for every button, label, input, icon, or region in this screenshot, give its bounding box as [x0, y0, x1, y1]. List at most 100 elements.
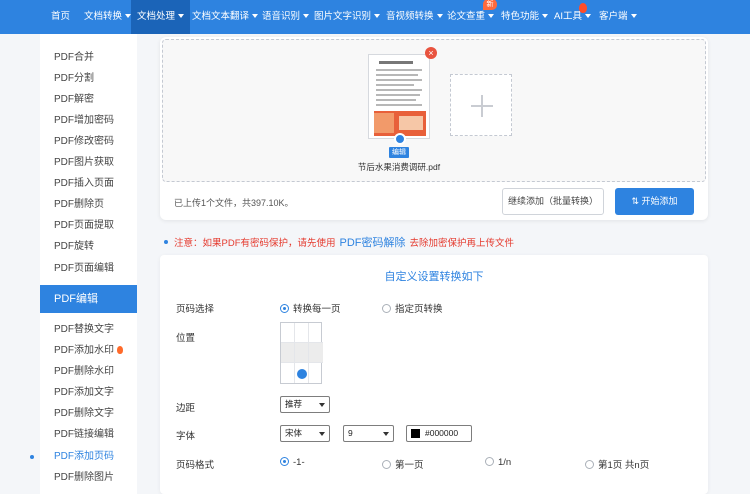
nav-label: 图片文字识别 — [314, 11, 372, 22]
radio-icon — [485, 457, 494, 466]
position-cell[interactable] — [295, 323, 309, 343]
font-family-select[interactable]: 宋体 — [280, 425, 330, 442]
chevron-down-icon — [374, 14, 381, 19]
position-label: 位置 — [176, 333, 196, 344]
nav-ocr[interactable]: 图片文字识别 — [314, 0, 381, 34]
sidebar-item[interactable]: PDF删除文字 — [40, 403, 137, 424]
radio-label: -1- — [293, 457, 305, 468]
radio-specified-pages[interactable]: 指定页转换 — [382, 301, 443, 315]
thumb-image — [374, 113, 394, 133]
nav-home[interactable]: 首页 — [51, 0, 70, 34]
nav-label: 首页 — [51, 11, 71, 22]
radio-format-page-of[interactable]: 第1页 共n页 — [585, 457, 649, 471]
sidebar-item[interactable]: PDF解密 — [40, 89, 137, 110]
sidebar-item[interactable]: PDF删除页 — [40, 194, 137, 215]
sidebar-item[interactable]: PDF替换文字 — [40, 319, 137, 340]
file-thumbnail[interactable] — [368, 54, 430, 145]
sidebar-item[interactable]: PDF删除图片 — [40, 467, 137, 488]
thumb-line — [376, 89, 422, 91]
nav-features[interactable]: 特色功能 — [501, 0, 549, 34]
sidebar-item[interactable]: PDF增加密码 — [40, 110, 137, 131]
plus-icon — [481, 95, 483, 117]
thumb-title-line — [379, 61, 413, 64]
thumb-line — [376, 104, 422, 106]
sidebar-item[interactable]: PDF删除水印 — [40, 361, 137, 382]
nav-doc-translate[interactable]: 文档文本翻译 — [192, 0, 259, 34]
sidebar-item[interactable]: PDF修改密码 — [40, 131, 137, 152]
thumb-badge-icon — [394, 133, 406, 145]
position-cell[interactable] — [309, 343, 323, 363]
select-value: 宋体 — [285, 428, 303, 438]
font-size-select[interactable]: 9 — [343, 425, 394, 442]
add-file-button[interactable] — [450, 74, 512, 136]
pdf-unlock-link[interactable]: PDF密码解除 — [340, 237, 406, 249]
font-color-field[interactable]: #000000 — [406, 425, 472, 442]
nav-av-convert[interactable]: 音视频转换 — [386, 0, 443, 34]
sidebar-item[interactable]: PDF旋转 — [40, 236, 137, 257]
sidebar-item[interactable]: PDF添加文字 — [40, 382, 137, 403]
sidebar-item[interactable]: PDF分割 — [40, 68, 137, 89]
radio-format-dash[interactable]: -1- — [280, 457, 305, 468]
nav-label: 文档转换 — [84, 11, 123, 22]
position-cell[interactable] — [309, 363, 323, 383]
nav-label: 文档文本翻译 — [192, 11, 250, 22]
chevron-down-icon — [303, 14, 310, 19]
radio-format-chinese[interactable]: 第一页 — [382, 457, 424, 471]
nav-label: 音视频转换 — [386, 11, 434, 22]
position-cell[interactable] — [281, 323, 295, 343]
sidebar-item[interactable]: PDF链接编辑 — [40, 424, 137, 445]
nav-label: 论文查重 — [447, 11, 486, 22]
radio-label: 第1页 共n页 — [598, 460, 650, 471]
chevron-down-icon — [319, 403, 325, 407]
thumb-line — [376, 74, 418, 76]
continue-add-button[interactable]: 继续添加（批量转换） — [502, 188, 604, 215]
chevron-down-icon — [488, 14, 495, 19]
sidebar-item[interactable]: PDF页面提取 — [40, 215, 137, 236]
settings-title: 自定义设置转换如下 — [384, 271, 484, 283]
thumb-line — [376, 69, 422, 71]
chevron-down-icon — [436, 14, 443, 19]
sidebar-item[interactable]: PDF合并 — [40, 47, 137, 68]
nav-speech[interactable]: 语音识别 — [262, 0, 310, 34]
sidebar-item-current[interactable]: PDF添加页码 — [30, 446, 137, 467]
sidebar-item[interactable]: PDF插入页面 — [40, 173, 137, 194]
close-icon[interactable]: × — [425, 47, 437, 59]
sidebar-item[interactable]: PDF图片获取 — [40, 152, 137, 173]
nav-doc-process[interactable]: 文档处理 — [131, 0, 191, 34]
chevron-down-icon — [383, 432, 389, 436]
start-button[interactable]: ⇅ 开始添加 — [615, 188, 694, 215]
edit-button[interactable]: 编辑 — [389, 147, 409, 158]
nav-doc-convert[interactable]: 文档转换 — [84, 0, 132, 34]
thumb-line — [376, 94, 420, 96]
position-grid[interactable] — [280, 322, 323, 384]
radio-icon — [280, 304, 289, 313]
position-cell[interactable] — [295, 343, 309, 363]
position-cell[interactable] — [281, 343, 295, 363]
position-cell[interactable] — [281, 363, 295, 383]
position-cell[interactable] — [309, 323, 323, 343]
margin-select[interactable]: 推荐 — [280, 396, 330, 413]
sidebar-item[interactable]: PDF页面编辑 — [40, 258, 137, 279]
nav-label: 文档处理 — [137, 11, 176, 22]
color-swatch[interactable] — [411, 429, 420, 438]
thumb-line — [376, 99, 416, 101]
thumb-line — [376, 84, 414, 86]
flame-icon — [579, 3, 587, 13]
radio-label: 转换每一页 — [293, 304, 341, 315]
sidebar-section-header[interactable]: PDF编辑 — [40, 285, 137, 313]
chevron-down-icon — [630, 14, 637, 19]
nav-label: 特色功能 — [501, 11, 540, 22]
sidebar-item-watermark[interactable]: PDF添加水印 — [40, 340, 137, 361]
settings-panel: 自定义设置转换如下 页码选择 转换每一页 指定页转换 位置 边距 推荐 字体 宋… — [160, 255, 708, 494]
nav-client[interactable]: 客户端 — [599, 0, 637, 34]
radio-every-page[interactable]: 转换每一页 — [280, 301, 341, 315]
chevron-down-icon — [542, 14, 549, 19]
font-label: 字体 — [176, 431, 196, 442]
select-value: 9 — [348, 428, 353, 438]
radio-icon — [382, 304, 391, 313]
sidebar-item-label: PDF添加页码 — [54, 451, 114, 462]
radio-label: 第一页 — [395, 460, 424, 471]
drop-zone[interactable]: × 编辑 节后水果消费调研.pdf — [162, 39, 706, 182]
radio-format-fraction[interactable]: 1/n — [485, 457, 511, 468]
chevron-down-icon — [252, 14, 259, 19]
